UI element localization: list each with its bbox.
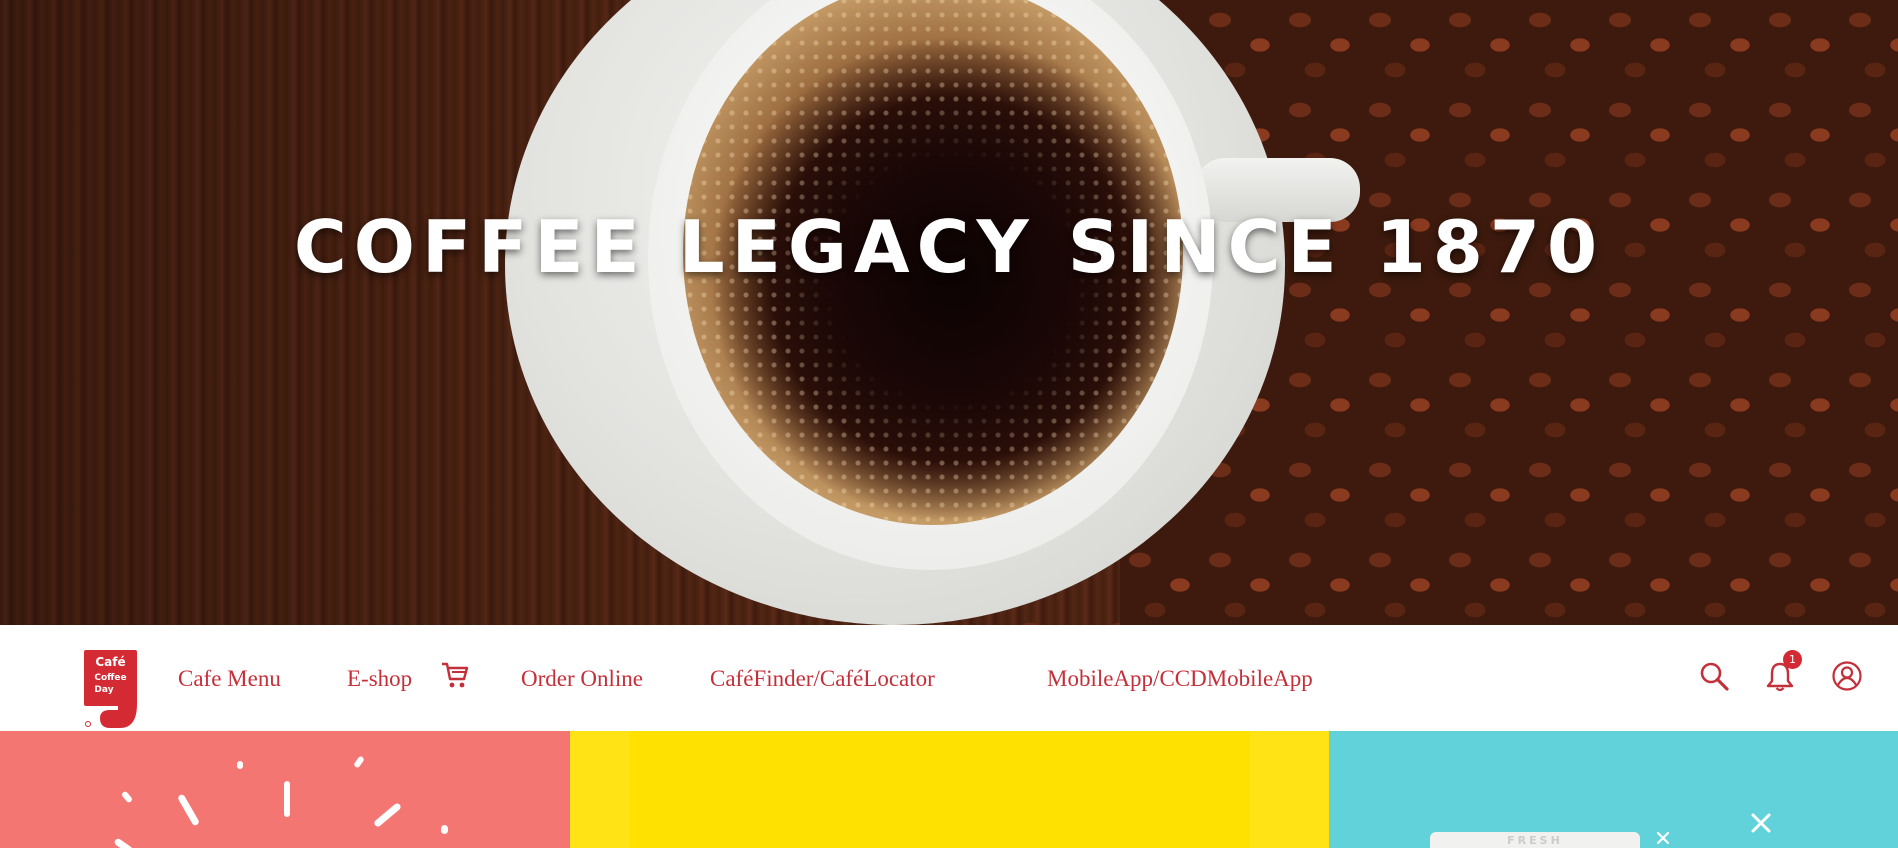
notification-badge: 1 <box>1783 650 1802 669</box>
cross-sparkle-icon <box>1751 813 1771 833</box>
sparkle-streak <box>284 781 290 817</box>
sparkle-streak <box>372 802 403 828</box>
shopping-cart-icon[interactable] <box>440 660 470 690</box>
promo-panel-coral[interactable] <box>0 731 570 848</box>
nav-e-shop[interactable]: E-shop <box>347 666 412 692</box>
search-icon[interactable] <box>1698 660 1730 692</box>
nav-cafe-menu[interactable]: Cafe Menu <box>178 666 281 692</box>
promo-panel-yellow[interactable] <box>570 731 1329 848</box>
sparkle-streak <box>120 790 134 804</box>
sparkle-streak <box>237 761 243 769</box>
main-navbar: Café Coffee Day Cafe Menu E-shop Order O… <box>0 625 1898 731</box>
hero-banner: COFFEE LEGACY SINCE 1870 <box>0 0 1898 625</box>
nav-cafe-finder[interactable]: CaféFinder/CaféLocator <box>710 666 935 692</box>
cross-sparkle-icon <box>1656 831 1670 845</box>
cafe-coffee-day-logo[interactable]: Café Coffee Day <box>82 648 139 730</box>
logo-word-day: Day <box>94 685 113 695</box>
product-box-image: FRESH <box>1430 832 1640 848</box>
promo-panel-cyan[interactable]: FRESH <box>1329 731 1898 848</box>
sparkle-streak <box>441 825 448 834</box>
panel-shade <box>1250 731 1329 848</box>
logo-word-cafe: Café <box>95 655 125 669</box>
logo-mark: Café Coffee Day <box>84 650 137 728</box>
sparkle-streak <box>176 793 201 827</box>
nav-mobile-app[interactable]: MobileApp/CCDMobileApp <box>1047 666 1313 692</box>
hero-title: COFFEE LEGACY SINCE 1870 <box>293 205 1605 289</box>
product-box-label: FRESH <box>1507 834 1563 847</box>
sparkle-streak <box>113 837 134 848</box>
sparkle-streak <box>353 755 365 769</box>
panel-shade <box>570 731 630 848</box>
nav-order-online[interactable]: Order Online <box>521 666 643 692</box>
user-icon[interactable] <box>1831 660 1863 692</box>
logo-word-coffee: Coffee <box>94 673 126 683</box>
